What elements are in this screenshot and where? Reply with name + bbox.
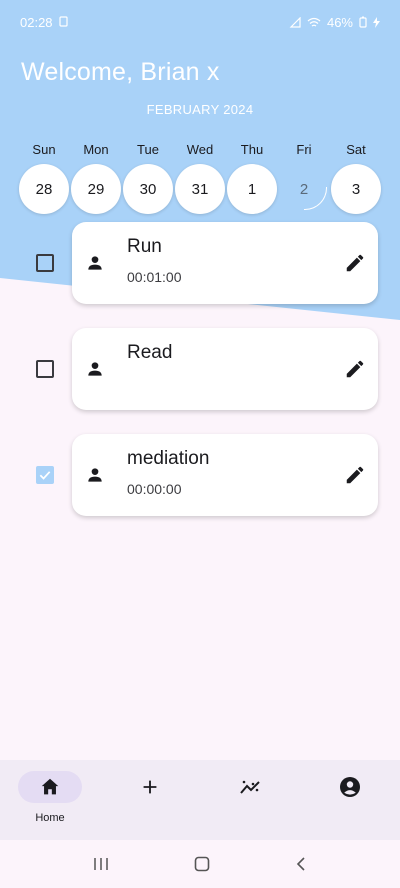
day-column[interactable]: Wed 31 (175, 141, 225, 214)
wifi-icon (307, 17, 321, 28)
day-column[interactable]: Sun 28 (19, 141, 69, 214)
charging-icon (373, 16, 380, 28)
day-column[interactable]: Thu 1 (227, 141, 277, 214)
system-nav-bar (0, 840, 400, 888)
day-column[interactable]: Sat 3 (331, 141, 381, 214)
day-date-button-selected[interactable]: 2 (279, 164, 329, 214)
signal-icon (289, 16, 301, 28)
battery-percent: 46% (326, 14, 353, 30)
day-date-button[interactable]: 1 (227, 164, 277, 214)
task-checkbox[interactable] (36, 254, 54, 272)
person-icon (88, 362, 102, 376)
nav-add-pill[interactable] (118, 771, 182, 803)
day-column[interactable]: Tue 30 (123, 141, 173, 214)
day-name: Sun (32, 142, 56, 157)
add-icon (143, 780, 157, 794)
recent-apps-icon[interactable] (91, 856, 111, 872)
nav-home[interactable]: Home (10, 771, 90, 824)
edit-icon[interactable] (344, 252, 366, 274)
nav-insights[interactable] (210, 771, 290, 803)
home-button-icon[interactable] (193, 855, 211, 873)
day-name: Wed (186, 142, 214, 157)
month-label: FEBRUARY 2024 (146, 102, 254, 117)
week-strip: Sun 28 Mon 29 Tue 30 Wed 31 Thu 1 Fri 2 … (19, 141, 381, 214)
edit-icon[interactable] (344, 358, 366, 380)
insights-icon (240, 780, 260, 794)
task-time: 00:01:00 (127, 269, 182, 285)
task-checkbox-checked[interactable] (36, 466, 54, 484)
nav-insights-pill[interactable] (218, 771, 282, 803)
home-icon (41, 778, 59, 795)
day-date-button[interactable]: 28 (19, 164, 69, 214)
check-icon (39, 471, 51, 480)
status-bar: 02:28 46% (0, 0, 400, 44)
task-title: Run (127, 236, 162, 257)
day-column-selected[interactable]: Fri 2 (279, 141, 329, 214)
account-icon (340, 777, 360, 797)
day-column[interactable]: Mon 29 (71, 141, 121, 214)
status-time: 02:28 (20, 14, 53, 30)
day-name: Mon (83, 142, 109, 157)
nav-home-pill[interactable] (18, 771, 82, 803)
day-name: Thu (240, 142, 264, 157)
task-title: Read (127, 342, 173, 363)
task-row: Read (0, 328, 400, 410)
welcome-title: Welcome, Brian x (21, 58, 220, 86)
day-date-button[interactable]: 3 (331, 164, 381, 214)
day-name: Sat (346, 142, 366, 157)
nav-home-label: Home (35, 812, 65, 824)
edit-icon[interactable] (344, 464, 366, 486)
task-checkbox[interactable] (36, 360, 54, 378)
task-card[interactable]: Run 00:01:00 (72, 222, 378, 304)
back-icon[interactable] (293, 856, 309, 872)
person-icon (88, 468, 102, 482)
person-icon (88, 256, 102, 270)
task-row: mediation 00:00:00 (0, 434, 400, 516)
task-title: mediation (127, 448, 210, 469)
bottom-nav: Home (0, 760, 400, 840)
nav-account-pill[interactable] (318, 771, 382, 803)
day-date-button[interactable]: 30 (123, 164, 173, 214)
nav-add[interactable] (110, 771, 190, 803)
nav-account[interactable] (310, 771, 390, 803)
notification-icon (58, 15, 68, 30)
task-card[interactable]: mediation 00:00:00 (72, 434, 378, 516)
day-name: Fri (296, 142, 312, 157)
battery-icon (359, 16, 367, 28)
day-date-button[interactable]: 29 (71, 164, 121, 214)
task-row: Run 00:01:00 (0, 222, 400, 304)
task-card[interactable]: Read (72, 328, 378, 410)
day-date-button[interactable]: 31 (175, 164, 225, 214)
day-name: Tue (137, 142, 159, 157)
task-time: 00:00:00 (127, 481, 182, 497)
